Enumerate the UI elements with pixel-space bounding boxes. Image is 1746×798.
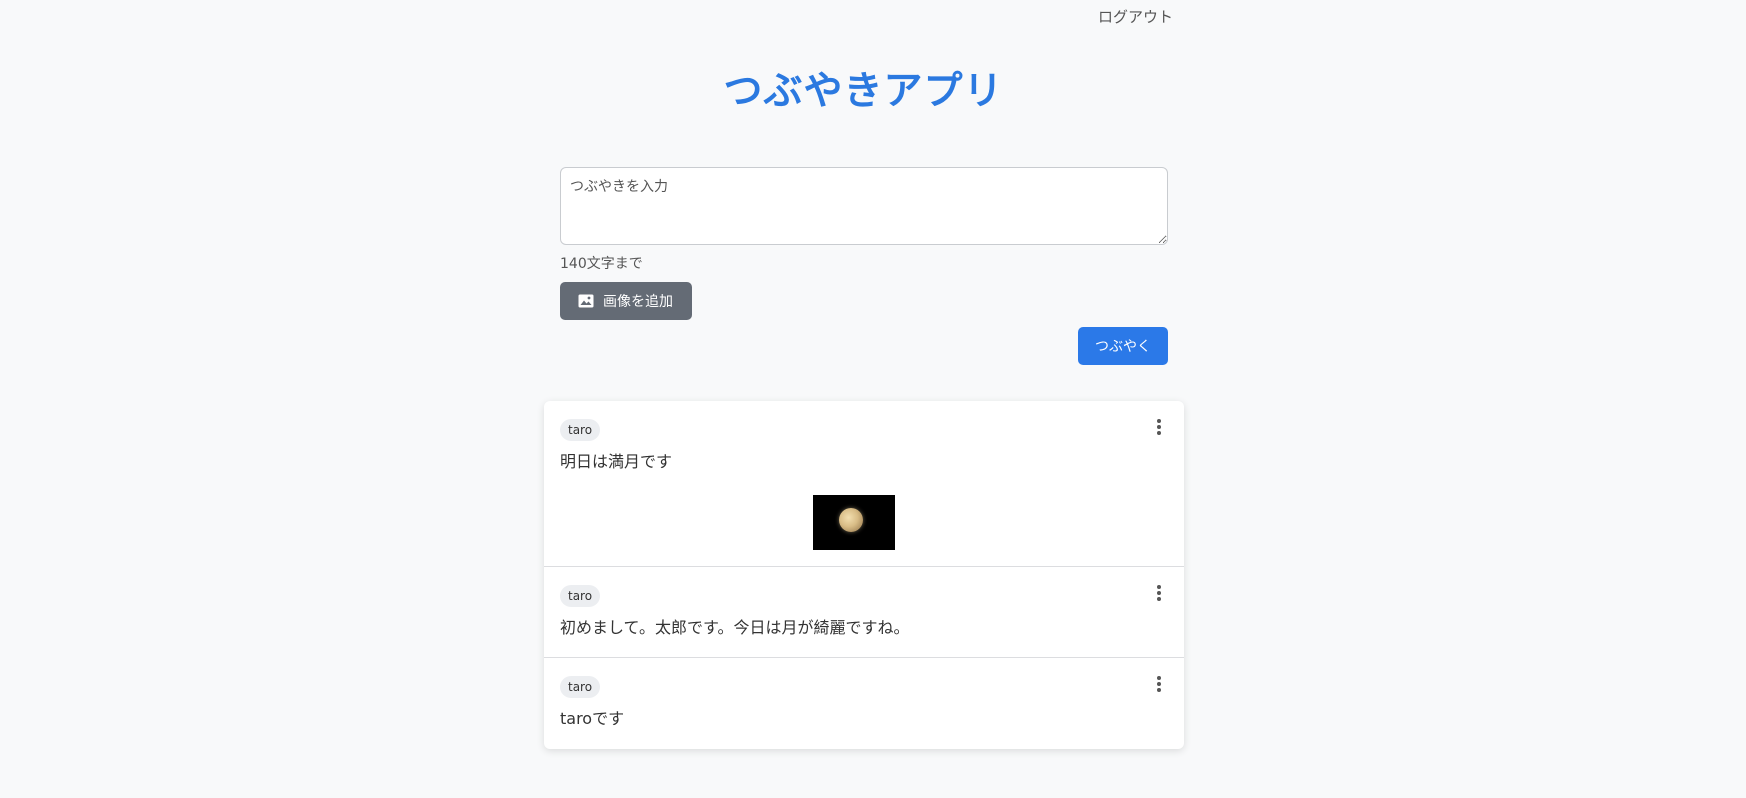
post-text: 明日は満月です [560, 452, 673, 471]
more-vertical-icon[interactable] [1152, 583, 1166, 603]
post-composer: 140文字まで 画像を追加 [560, 167, 1168, 320]
moon-image [839, 508, 863, 532]
submit-post-button[interactable]: つぶやく [1078, 327, 1168, 365]
user-badge: taro [560, 419, 601, 441]
char-limit-hint: 140文字まで [560, 256, 643, 272]
post-text: taroです [560, 709, 625, 728]
more-vertical-icon[interactable] [1152, 417, 1166, 437]
post-input[interactable] [560, 167, 1168, 245]
add-image-label: 画像を追加 [603, 294, 673, 310]
page: ログアウト つぶやきアプリ 140文字まで 画像を追加 つぶやく taro 明日… [0, 0, 1746, 798]
post-item: taro 明日は満月です [544, 401, 1184, 567]
add-image-button[interactable]: 画像を追加 [560, 282, 692, 320]
more-vertical-icon[interactable] [1152, 674, 1166, 694]
post-item: taro taroです [544, 658, 1184, 749]
post-text: 初めまして。太郎です。今日は月が綺麗ですね。 [560, 618, 910, 637]
user-badge: taro [560, 676, 601, 698]
post-feed: taro 明日は満月です taro 初めまして。太郎です。今日は月が綺麗ですね。… [544, 401, 1184, 749]
user-badge: taro [560, 585, 601, 607]
post-image [813, 495, 895, 550]
post-item: taro 初めまして。太郎です。今日は月が綺麗ですね。 [544, 567, 1184, 658]
app-title: つぶやきアプリ [723, 69, 1004, 114]
logout-link[interactable]: ログアウト [1098, 6, 1173, 28]
image-icon [578, 294, 594, 308]
